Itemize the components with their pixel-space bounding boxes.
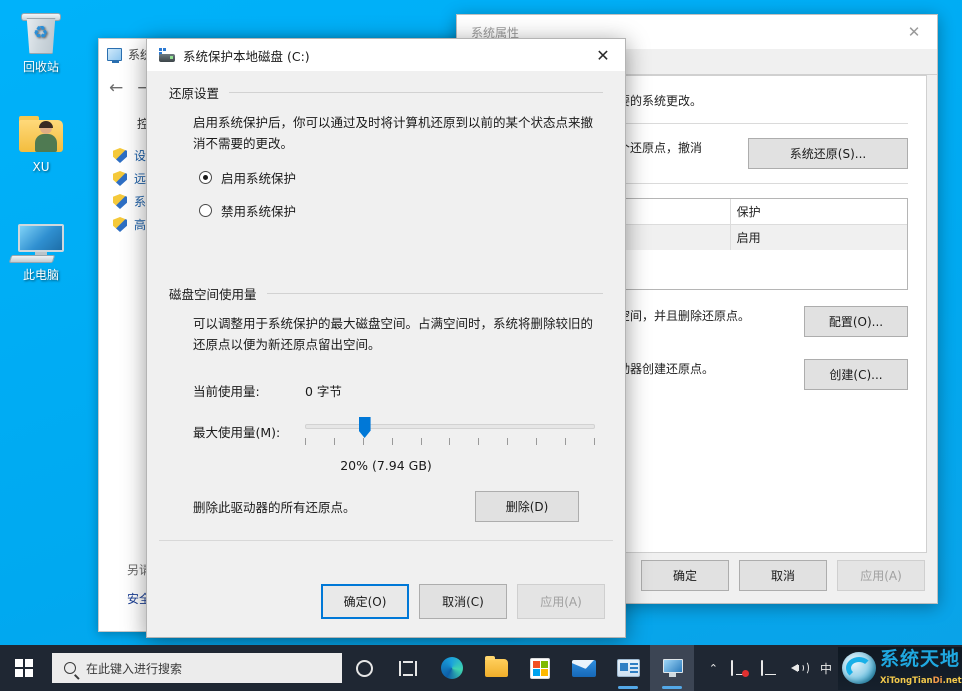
- current-usage-row: 当前使用量: 0 字节: [193, 381, 603, 400]
- restore-settings-description: 启用系统保护后，你可以通过及时将计算机还原到以前的某个状态点来撤消不需要的更改。: [193, 115, 594, 151]
- globe-icon: [842, 652, 876, 684]
- desktop-icon-label: 此电脑: [22, 268, 59, 282]
- max-usage-label: 最大使用量(M):: [193, 425, 281, 440]
- start-button[interactable]: [0, 645, 48, 691]
- divider: [229, 92, 603, 93]
- shield-icon: [113, 217, 127, 232]
- current-usage-value: 0 字节: [305, 384, 342, 399]
- current-usage-label: 当前使用量:: [193, 384, 260, 399]
- close-icon[interactable]: ✕: [581, 39, 625, 71]
- disk-usage-group-header: 磁盘空间使用量: [169, 284, 603, 303]
- volume-icon[interactable]: [790, 661, 809, 675]
- back-button[interactable]: ←: [109, 78, 123, 98]
- action-center-icon[interactable]: [730, 659, 749, 677]
- ok-button[interactable]: 确定(O): [321, 584, 409, 619]
- configure-button[interactable]: 配置(O)...: [804, 306, 908, 337]
- windows-logo-icon: [15, 659, 33, 677]
- system-tray[interactable]: ⌃ 中: [709, 659, 838, 677]
- desktop-icon-recycle-bin[interactable]: ♻ 回收站: [2, 10, 80, 74]
- microsoft-store-button[interactable]: [518, 645, 562, 691]
- store-icon: [530, 657, 550, 679]
- cancel-button[interactable]: 取消: [739, 560, 827, 591]
- slider-ticks: [305, 438, 595, 445]
- disk-usage-description: 可以调整用于系统保护的最大磁盘空间。占满空间时，系统将删除较旧的还原点以便为新还…: [193, 316, 594, 352]
- radio-label: 启用系统保护: [221, 171, 297, 186]
- mail-button[interactable]: [562, 645, 606, 691]
- radio-button-icon[interactable]: [199, 204, 212, 217]
- radio-disable-protection[interactable]: 禁用系统保护: [199, 201, 603, 220]
- task-view-button[interactable]: [386, 645, 430, 691]
- cortana-button[interactable]: [342, 645, 386, 691]
- watermark-cn: 系统天地: [880, 647, 961, 670]
- taskbar[interactable]: 在此键入进行搜索 ⌃ 中 系统天地 XiTongTianDi.net: [0, 645, 962, 691]
- system-window-button[interactable]: [650, 645, 694, 691]
- control-panel-button[interactable]: [606, 645, 650, 691]
- system-properties-footer: 确定 取消 应用(A): [641, 560, 925, 591]
- dialog-title: 系统保护本地磁盘 (C:): [183, 48, 310, 64]
- edge-icon: [441, 657, 463, 679]
- apply-button: 应用(A): [517, 584, 605, 619]
- shield-icon: [113, 148, 127, 163]
- divider: [159, 540, 613, 541]
- desktop-icon-label: 回收站: [22, 60, 59, 74]
- system-protection-dialog[interactable]: 系统保护本地磁盘 (C:) ✕ 还原设置 启用系统保护后，你可以通过及时将计算机…: [146, 38, 626, 638]
- search-input[interactable]: 在此键入进行搜索: [52, 653, 342, 683]
- system-monitor-icon: [107, 47, 122, 63]
- restore-settings-group-header: 还原设置: [169, 83, 603, 102]
- edge-button[interactable]: [430, 645, 474, 691]
- slider-track[interactable]: [305, 424, 595, 429]
- control-panel-icon: [616, 659, 640, 677]
- delete-button[interactable]: 删除(D): [475, 491, 579, 522]
- system-properties-taskbar-icon: [661, 658, 684, 678]
- network-icon[interactable]: [760, 659, 778, 676]
- delete-description: 删除此驱动器的所有还原点。: [193, 500, 356, 515]
- mail-icon: [572, 659, 596, 677]
- desktop-icon-user-folder[interactable]: XU: [2, 110, 80, 174]
- restore-settings-heading: 还原设置: [169, 86, 220, 101]
- column-header-protection: 保护: [736, 205, 761, 219]
- close-icon[interactable]: ✕: [891, 15, 937, 49]
- watermark-logo: 系统天地 XiTongTianDi.net: [838, 646, 962, 690]
- max-usage-row: 最大使用量(M):: [193, 416, 603, 454]
- desktop-icon-this-pc[interactable]: 此电脑: [2, 218, 80, 282]
- dialog-titlebar[interactable]: 系统保护本地磁盘 (C:) ✕: [147, 39, 625, 71]
- task-view-icon: [399, 660, 417, 676]
- ok-button[interactable]: 确定: [641, 560, 729, 591]
- this-pc-icon: [2, 218, 80, 264]
- apply-button: 应用(A): [837, 560, 925, 591]
- slider-value-text: 20% (7.94 GB): [340, 458, 432, 473]
- max-usage-slider[interactable]: [305, 416, 603, 454]
- watermark-text: 系统天地 XiTongTianDi.net: [880, 647, 962, 687]
- shield-icon: [113, 194, 127, 209]
- system-restore-button[interactable]: 系统还原(S)...: [748, 138, 908, 169]
- radio-label: 禁用系统保护: [221, 204, 297, 219]
- desktop-icon-label: XU: [32, 160, 50, 174]
- file-explorer-button[interactable]: [474, 645, 518, 691]
- file-explorer-icon: [484, 656, 508, 677]
- radio-enable-protection[interactable]: 启用系统保护: [199, 168, 603, 187]
- user-folder-icon: [2, 110, 80, 156]
- dialog-footer: 确定(O) 取消(C) 应用(A): [321, 584, 605, 619]
- cortana-icon: [355, 659, 373, 677]
- cell-protection: 启用: [736, 231, 761, 245]
- dialog-body: 还原设置 启用系统保护后，你可以通过及时将计算机还原到以前的某个状态点来撤消不需…: [147, 71, 625, 522]
- local-disk-icon: [159, 48, 175, 62]
- search-placeholder: 在此键入进行搜索: [86, 661, 183, 676]
- chevron-up-icon[interactable]: ⌃: [709, 662, 718, 675]
- search-icon: [64, 662, 76, 674]
- radio-button-icon[interactable]: [199, 171, 212, 184]
- disk-usage-heading: 磁盘空间使用量: [169, 287, 257, 302]
- watermark-en: XiTongTianDi.net: [880, 675, 962, 686]
- divider: [266, 293, 603, 294]
- slider-thumb[interactable]: [358, 417, 371, 438]
- recycle-bin-icon: ♻: [2, 10, 80, 56]
- create-button[interactable]: 创建(C)...: [804, 359, 908, 390]
- delete-restore-points-row: 删除此驱动器的所有还原点。 删除(D): [193, 491, 579, 522]
- shield-icon: [113, 171, 127, 186]
- ime-indicator[interactable]: 中: [820, 660, 832, 677]
- cancel-button[interactable]: 取消(C): [419, 584, 507, 619]
